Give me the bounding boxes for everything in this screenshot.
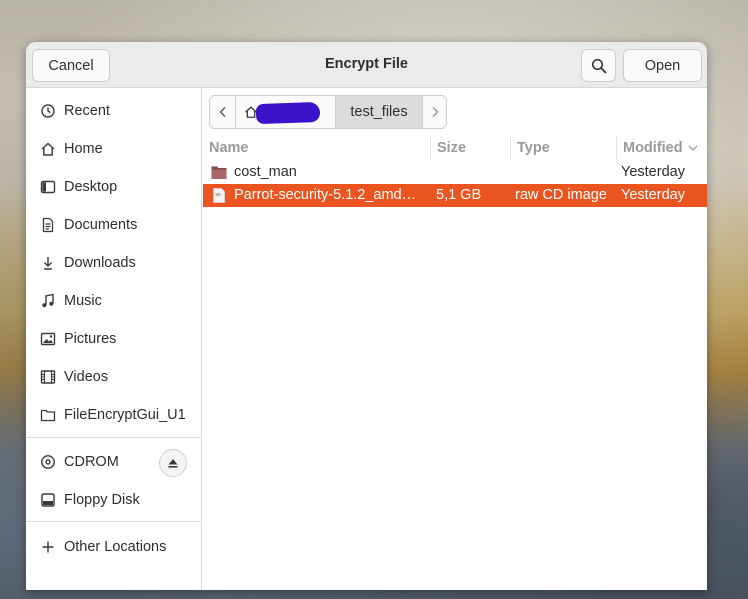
sidebar-item-label: Downloads [64,255,136,271]
path-scroll-right-button[interactable] [423,96,446,128]
column-header-modified[interactable]: Modified [617,136,707,160]
disc-icon [39,453,57,471]
file-name: Parrot-security-5.1.2_amd… [234,187,417,203]
sidebar-item-fileencryptgui[interactable]: FileEncryptGui_U1 [26,399,202,431]
clock-icon [39,102,57,120]
sort-chevron-down-icon [688,145,698,151]
sidebar-item-desktop[interactable]: Desktop [26,171,202,203]
video-icon [39,368,57,386]
sidebar-item-label: Videos [64,369,109,385]
sidebar-divider [26,521,202,522]
open-button[interactable]: Open [623,49,702,82]
search-icon [591,58,606,73]
sidebar-item-documents[interactable]: Documents [26,209,202,241]
file-modified: Yesterday [621,164,685,180]
sidebar-item-label: FileEncryptGui_U1 [64,407,186,423]
column-header-label: Modified [623,140,683,156]
desktop-icon [39,178,57,196]
search-button[interactable] [581,49,616,82]
chevron-left-icon [219,107,225,117]
column-header-name[interactable]: Name [203,136,431,160]
sidebar-item-label: Floppy Disk [64,492,140,508]
file-size: 5,1 GB [436,187,482,203]
file-chooser-dialog: Cancel Encrypt File Open Recent Home Des… [26,42,707,590]
file-icon [213,188,225,203]
chevron-right-icon [432,107,439,117]
document-icon [39,216,57,234]
home-icon [39,140,57,158]
path-segment-home[interactable] [236,96,336,128]
sidebar-item-cdrom[interactable]: CDROM [26,446,202,478]
download-icon [39,254,57,272]
column-header-size[interactable]: Size [431,136,511,160]
table-row[interactable]: cost_man Yesterday [203,161,707,184]
eject-icon [168,459,178,468]
column-header-label: Type [517,140,550,156]
sidebar-divider [26,437,202,438]
sidebar-item-videos[interactable]: Videos [26,361,202,393]
column-header-type[interactable]: Type [511,136,617,160]
file-type: raw CD image [515,187,607,203]
sidebar-item-home[interactable]: Home [26,133,202,165]
sidebar-item-label: Documents [64,217,138,233]
sidebar-item-label: Music [64,293,102,309]
file-name: cost_man [234,164,297,180]
picture-icon [39,330,57,348]
sidebar-item-downloads[interactable]: Downloads [26,247,202,279]
folder-icon [211,166,227,179]
sidebar-item-label: Other Locations [64,539,167,555]
music-icon [39,292,57,310]
sidebar-item-pictures[interactable]: Pictures [26,323,202,355]
sidebar-item-label: Recent [64,103,110,119]
eject-button[interactable] [159,449,187,477]
path-bar: test_files [209,95,447,129]
file-list: Name Size Type Modified cost_man Yesterd… [203,136,707,590]
plus-icon [39,538,57,556]
sidebar-item-label: Home [64,141,103,157]
sidebar-item-label: CDROM [64,454,119,470]
column-header-label: Size [437,140,467,156]
sidebar-item-floppy[interactable]: Floppy Disk [26,484,202,516]
sidebar-item-music[interactable]: Music [26,285,202,317]
path-segment-current[interactable]: test_files [336,96,423,128]
column-header-label: Name [209,140,249,156]
sidebar-item-label: Desktop [64,179,118,195]
table-row[interactable]: Parrot-security-5.1.2_amd… 5,1 GB raw CD… [203,184,707,207]
redaction-mark [255,101,321,125]
sidebar-item-label: Pictures [64,331,117,347]
drive-icon [39,491,57,509]
file-modified: Yesterday [621,187,685,203]
places-sidebar: Recent Home Desktop Documents Downloads … [26,88,202,590]
sidebar-item-other-locations[interactable]: Other Locations [26,531,202,563]
folder-icon [39,406,57,424]
sidebar-item-recent[interactable]: Recent [26,95,202,127]
header-bar: Cancel Encrypt File Open [26,42,707,88]
path-scroll-left-button[interactable] [210,96,236,128]
